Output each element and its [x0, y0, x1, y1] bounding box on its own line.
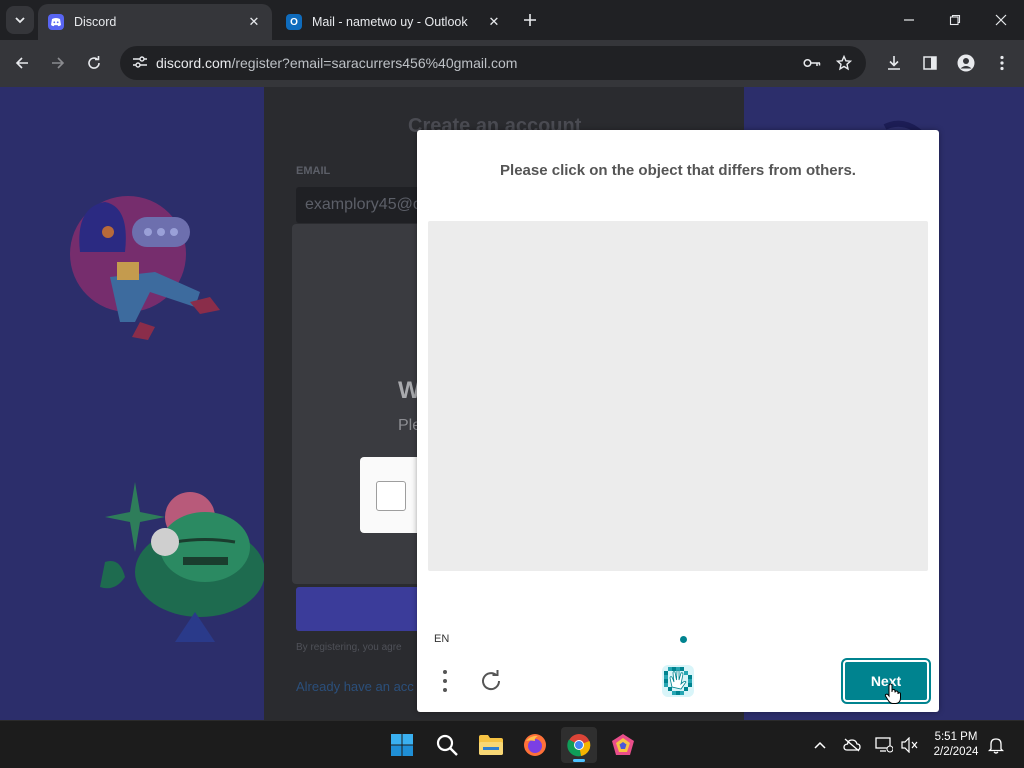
address-bar[interactable]: discord.com/register?email=saracurrers45…	[120, 46, 866, 80]
firefox-button[interactable]	[517, 727, 553, 763]
profile-icon	[957, 54, 975, 72]
close-icon	[995, 14, 1007, 26]
page-viewport: Create an account EMAIL examplory45@o W …	[0, 87, 1024, 720]
chrome-button[interactable]	[561, 727, 597, 763]
volume-muted-icon[interactable]	[900, 735, 920, 755]
plus-icon	[524, 14, 536, 26]
captcha-prompt: Please click on the object that differs …	[500, 162, 856, 179]
firefox-icon	[524, 734, 546, 756]
profile-button[interactable]	[954, 51, 978, 75]
downloads-button[interactable]	[882, 51, 906, 75]
email-label: EMAIL	[296, 165, 331, 177]
chevron-down-icon	[15, 17, 25, 24]
more-vertical-icon	[1000, 55, 1004, 71]
restore-button[interactable]	[943, 8, 967, 32]
file-explorer-icon	[479, 735, 503, 755]
dot-icon	[443, 679, 447, 683]
outlook-icon: O	[286, 14, 302, 30]
file-explorer-button[interactable]	[473, 727, 509, 763]
search-icon	[436, 734, 458, 756]
site-settings-icon[interactable]	[120, 55, 150, 72]
new-tab-button[interactable]	[520, 10, 540, 30]
tab-discord[interactable]: Discord ✕	[38, 4, 272, 40]
active-indicator	[573, 759, 585, 762]
windows-start-icon	[391, 734, 413, 756]
restore-icon	[949, 14, 961, 26]
download-icon	[888, 56, 900, 70]
language-selector[interactable]: EN	[434, 633, 449, 645]
captcha-image-area[interactable]	[428, 221, 928, 571]
illustration-monster-icon	[100, 482, 265, 642]
url-text: discord.com/register?email=saracurrers45…	[156, 55, 517, 71]
app-button[interactable]	[605, 727, 641, 763]
refresh-icon	[482, 670, 501, 691]
back-button[interactable]	[10, 51, 34, 75]
browser-chrome: Discord ✕ O Mail - nametwo uy - Outlook …	[0, 0, 1024, 87]
discord-icon	[48, 14, 64, 30]
minimize-button[interactable]	[897, 8, 921, 32]
captcha-refresh-button[interactable]	[477, 667, 505, 695]
tab-title: Mail - nametwo uy - Outlook	[312, 15, 468, 29]
url-host: discord.com	[156, 55, 232, 71]
star-icon[interactable]	[834, 53, 854, 73]
illustration-person-icon	[70, 196, 220, 340]
cloud-off-icon[interactable]	[842, 735, 862, 755]
terms-text: By registering, you agre	[296, 642, 402, 653]
close-window-button[interactable]	[989, 8, 1013, 32]
key-icon[interactable]	[802, 53, 822, 73]
clock-date: 2/2/2024	[933, 746, 979, 758]
browser-menu-button[interactable]	[990, 51, 1014, 75]
notification-bell-icon[interactable]	[986, 735, 1006, 755]
forward-button[interactable]	[46, 51, 70, 75]
close-icon[interactable]: ✕	[486, 14, 502, 30]
side-panel-button[interactable]	[918, 51, 942, 75]
clock-time: 5:51 PM	[934, 731, 978, 743]
url-path: /register?email=saracurrers456%40gmail.c…	[231, 55, 518, 71]
arrow-left-icon	[15, 57, 28, 69]
taskbar-search-button[interactable]	[429, 727, 465, 763]
close-icon[interactable]: ✕	[246, 14, 262, 30]
chevron-up-icon[interactable]	[810, 735, 830, 755]
tab-outlook[interactable]: O Mail - nametwo uy - Outlook ✕	[276, 4, 512, 40]
browser-toolbar: discord.com/register?email=saracurrers45…	[0, 40, 1024, 87]
app-icon	[612, 734, 634, 755]
side-panel-icon	[923, 56, 937, 70]
taskbar: 5:51 PM 2/2/2024	[0, 720, 1024, 768]
progress-dot	[680, 636, 687, 643]
reload-icon	[88, 56, 100, 69]
arrow-right-icon	[52, 57, 65, 69]
dot-icon	[443, 670, 447, 674]
hcaptcha-logo-icon	[660, 663, 696, 699]
reload-button[interactable]	[82, 51, 106, 75]
hand-cursor-icon	[884, 683, 901, 704]
start-button[interactable]	[384, 727, 420, 763]
tab-strip: Discord ✕ O Mail - nametwo uy - Outlook …	[0, 0, 1024, 40]
minimize-icon	[904, 19, 914, 21]
system-clock[interactable]: 5:51 PM 2/2/2024	[928, 730, 984, 760]
chrome-icon	[567, 734, 591, 757]
login-link[interactable]: Already have an acc	[296, 679, 414, 694]
captcha-menu-button[interactable]	[437, 667, 453, 695]
tab-title: Discord	[74, 15, 117, 29]
dot-icon	[443, 688, 447, 692]
tab-search-button[interactable]	[6, 6, 34, 34]
network-icon[interactable]	[874, 735, 894, 755]
hcaptcha-checkbox[interactable]	[376, 481, 406, 511]
captcha-challenge: Please click on the object that differs …	[417, 130, 939, 712]
